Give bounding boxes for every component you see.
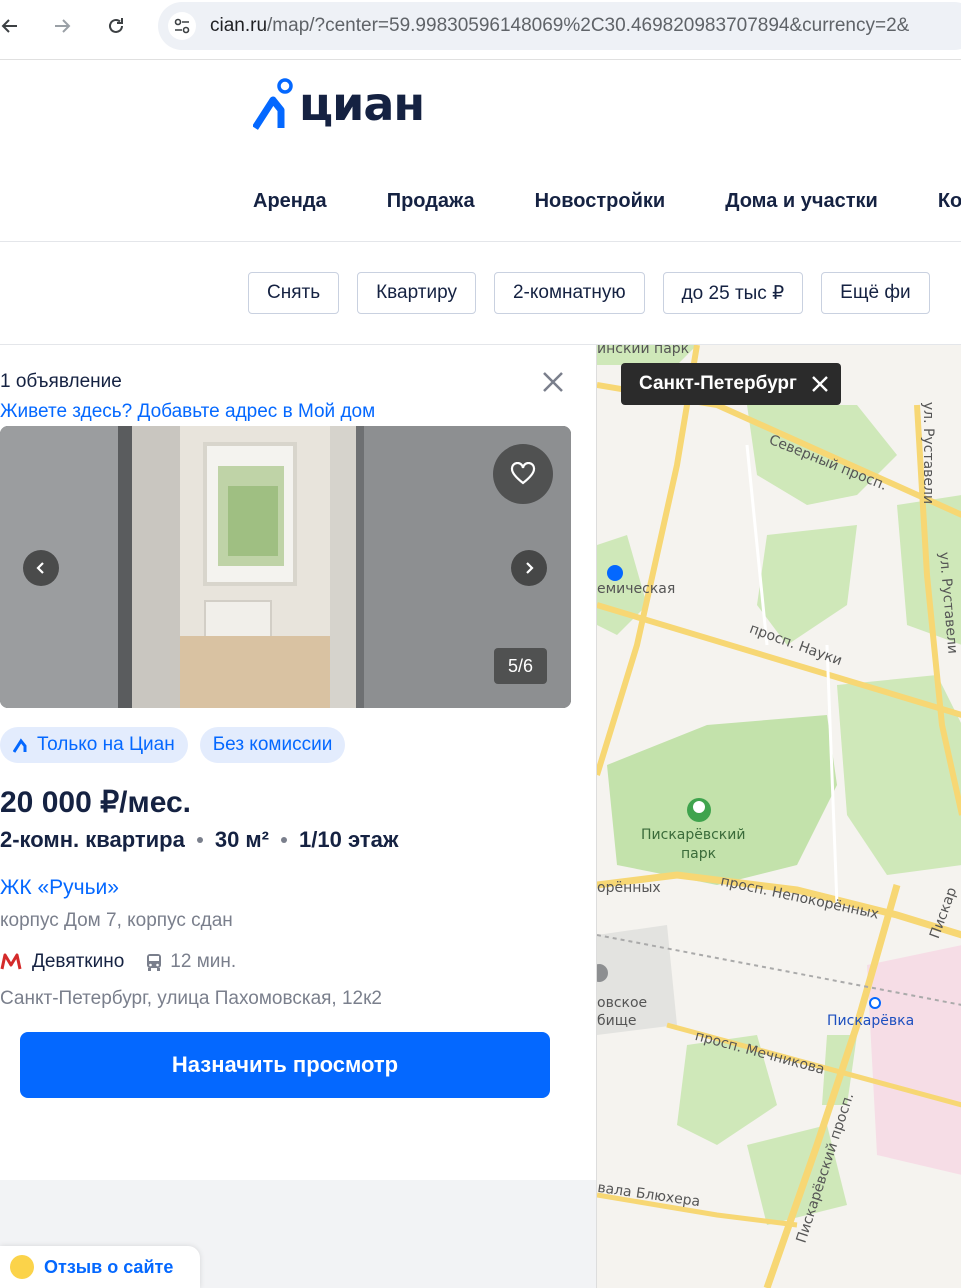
badge-no-commission: Без комиссии (199, 727, 346, 763)
listing-address: Санкт-Петербург, улица Пахомовская, 12к2 (0, 988, 383, 1009)
listing-count: 1 объявление (0, 371, 122, 392)
map-label: Пискарёвка (827, 1013, 915, 1029)
cian-mark-icon (13, 738, 27, 753)
chevron-right-icon (526, 562, 534, 574)
area: 30 м² (214, 827, 270, 852)
add-address-link[interactable]: Живете здесь? Добавьте адрес в Мой дом (0, 401, 375, 423)
site-settings-icon[interactable] (168, 12, 196, 40)
close-icon[interactable] (540, 369, 566, 395)
photo-counter: 5/6 (494, 648, 547, 684)
map-label: инский парк (597, 345, 690, 357)
feedback-button[interactable]: Отзыв о сайте (0, 1246, 200, 1288)
city-label: Санкт-Петербург (639, 373, 797, 394)
floor: 1/10 этаж (299, 827, 399, 852)
filter-price[interactable]: до 25 тыс ₽ (662, 272, 804, 314)
map-canvas (597, 345, 961, 1288)
filter-object-type[interactable]: Квартиру (357, 272, 476, 314)
metro-station: Девяткино (32, 951, 125, 972)
nav-item-commercial[interactable]: Ко (938, 190, 961, 213)
bus-icon (147, 954, 162, 971)
badge-cian-only: Только на Циан (0, 727, 188, 763)
metro-info: Девяткино 12 мин. (0, 951, 236, 973)
schedule-viewing-button[interactable]: Назначить просмотр (20, 1032, 550, 1098)
map-label: Пискарёвский (641, 827, 746, 843)
reload-icon[interactable] (100, 10, 132, 42)
nav-item-houses[interactable]: Дома и участки (725, 190, 878, 213)
filter-rooms[interactable]: 2-комнатную (493, 272, 645, 314)
back-icon[interactable] (0, 10, 26, 42)
listing-params: 2-комн. квартира 30 м² 1/10 этаж (0, 827, 398, 853)
map-label: орённых (597, 880, 661, 896)
forward-icon[interactable] (46, 10, 78, 42)
metro-time: 12 мин. (170, 951, 237, 972)
main-nav: Аренда Продажа Новостройки Дома и участк… (253, 190, 961, 213)
map-label: бище (597, 1013, 637, 1029)
cian-logo[interactable]: циан (253, 74, 425, 134)
heart-icon (510, 462, 536, 485)
prev-photo-button[interactable] (23, 550, 59, 586)
filter-deal-type[interactable]: Снять (248, 272, 340, 314)
building-info: корпус Дом 7, корпус сдан (0, 910, 233, 931)
emoji-icon (10, 1255, 34, 1279)
city-chip[interactable]: Санкт-Петербург (621, 363, 841, 405)
next-photo-button[interactable] (511, 550, 547, 586)
rooms: 2-комн. квартира (0, 827, 185, 852)
listing-price: 20 000 ₽/мес. (0, 786, 192, 819)
badges: Только на Циан Без комиссии (0, 727, 357, 763)
map-label: ул. Руставели (920, 401, 937, 505)
separator-dot (281, 837, 288, 843)
address-bar[interactable]: cian.ru/map/?center=59.99830596148069%2C… (158, 2, 961, 50)
badge-label: Только на Циан (37, 734, 175, 755)
close-icon[interactable] (811, 375, 829, 393)
nav-item-sale[interactable]: Продажа (387, 190, 475, 213)
url-text: cian.ru/map/?center=59.99830596148069%2C… (210, 15, 910, 36)
logo-mark-icon (253, 78, 293, 130)
chevron-left-icon (36, 562, 44, 574)
room-photo-image (0, 426, 571, 708)
map[interactable]: инский парк Северный просп. ул. Руставел… (596, 345, 961, 1288)
feedback-label: Отзыв о сайте (44, 1256, 174, 1277)
logo-text: циан (299, 77, 425, 131)
map-label: овское (597, 995, 648, 1011)
nav-item-newbuildings[interactable]: Новостройки (535, 190, 666, 213)
listing-photo[interactable]: 5/6 (0, 426, 571, 708)
listing-panel: 1 объявление Живете здесь? Добавьте адре… (0, 345, 596, 1288)
separator-dot (196, 837, 203, 843)
divider (0, 241, 961, 242)
nav-item-rent[interactable]: Аренда (253, 190, 327, 213)
complex-link[interactable]: ЖК «Ручьи» (0, 876, 119, 900)
map-label: емическая (597, 581, 676, 597)
filter-bar: Снять Квартиру 2-комнатную до 25 тыс ₽ Е… (248, 272, 948, 314)
metro-icon (0, 953, 22, 970)
favorite-button[interactable] (493, 444, 553, 504)
browser-toolbar: cian.ru/map/?center=59.99830596148069%2C… (0, 0, 961, 60)
filter-more[interactable]: Ещё фи (821, 272, 930, 314)
map-label: парк (681, 846, 717, 862)
